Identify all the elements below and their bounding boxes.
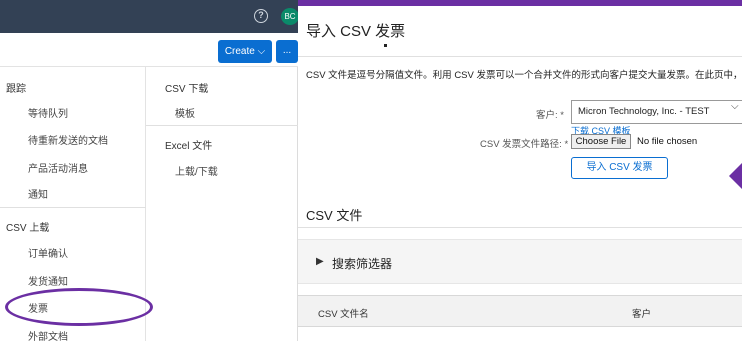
nav-item-external-docs[interactable]: 外部文档 [28, 328, 68, 341]
nav-item-resend-documents[interactable]: 待重新发送的文档 [28, 132, 108, 147]
nav-item-waiting-queue[interactable]: 等待队列 [28, 105, 68, 120]
customer-label: 客户: * [536, 110, 564, 121]
chevron-down-icon[interactable]: ⌵ [731, 101, 739, 112]
nav-header-csv-upload: CSV 上载 [6, 223, 50, 234]
main-content: 导入 CSV 发票 CSV 文件是逗号分隔值文件。利用 CSV 发票可以一个合并… [298, 0, 742, 341]
nav-item-template[interactable]: 模板 [175, 105, 195, 120]
nav-item-notifications[interactable]: 通知 [28, 186, 48, 201]
import-csv-invoice-button[interactable]: 导入 CSV 发票 [571, 157, 668, 179]
csv-files-title: CSV 文件 [306, 208, 363, 223]
nav-header-excel: Excel 文件 [165, 141, 213, 152]
create-button[interactable]: Create ⌵ [218, 40, 272, 63]
page-description: CSV 文件是逗号分隔值文件。利用 CSV 发票可以一个合并文件的形式向客户提交… [306, 70, 742, 81]
avatar[interactable]: BC [281, 8, 299, 25]
left-navigation-pane: ? BC Create ⌵ ... 跟踪 等待队列 待重新发送的文档 产品活动消… [0, 0, 299, 341]
more-actions-button[interactable]: ... [276, 40, 298, 63]
file-path-label: CSV 发票文件路径: * [480, 139, 569, 150]
section-divider [298, 227, 742, 228]
nav-item-ship-notice[interactable]: 发货通知 [28, 273, 68, 288]
nav-header-tracking: 跟踪 [6, 84, 26, 95]
customer-select[interactable]: Micron Technology, Inc. - TEST [571, 100, 742, 124]
annotation-arrow [729, 160, 742, 192]
nav-divider [0, 207, 146, 208]
title-divider [298, 56, 742, 57]
file-status-text: No file chosen [637, 136, 698, 147]
nav-column-downloads: CSV 下载 模板 Excel 文件 上载/下载 [146, 67, 298, 341]
annotation-top-bar [298, 0, 742, 6]
nav-divider [146, 125, 298, 126]
help-icon[interactable]: ? [254, 9, 268, 23]
choose-file-button[interactable]: Choose File [571, 134, 631, 149]
nav-item-order-confirmation[interactable]: 订单确认 [28, 245, 68, 260]
expand-caret-icon[interactable]: ▶ [316, 256, 324, 267]
search-filter-label[interactable]: 搜索筛选器 [332, 255, 392, 272]
invoice-highlight-annotation [5, 288, 153, 326]
nav-header-csv-download: CSV 下载 [165, 84, 209, 95]
column-header-filename[interactable]: CSV 文件名 [318, 306, 369, 320]
nav-item-upload-download[interactable]: 上载/下载 [175, 163, 218, 178]
nav-item-product-activity[interactable]: 产品活动消息 [28, 160, 88, 175]
cursor-dot [384, 44, 387, 47]
page-title: 导入 CSV 发票 [306, 23, 406, 40]
column-header-customer[interactable]: 客户 [632, 306, 651, 320]
